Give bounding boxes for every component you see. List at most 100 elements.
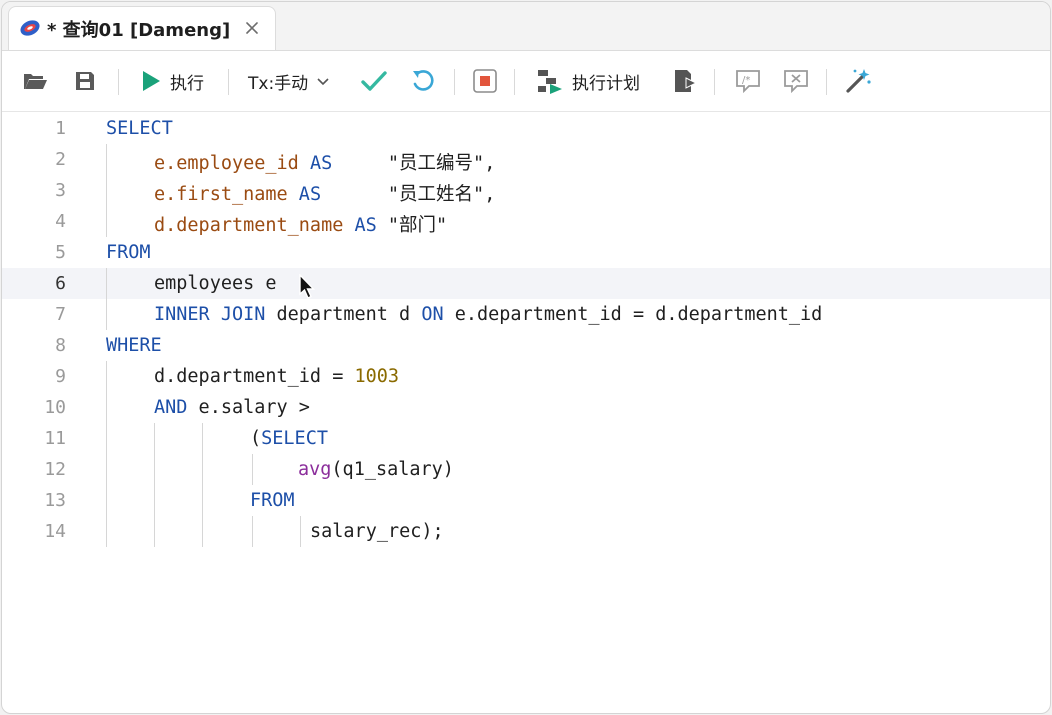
toolbar-separator [228,69,229,95]
comment-icon: /* [736,70,760,94]
indent-guide [106,268,107,330]
code-token: "员工编号", [332,153,496,174]
line-number: 2 [55,149,66,170]
code-token: salary_rec); [310,521,444,542]
code-line[interactable]: 10 AND e.salary > [2,392,1050,423]
code-text: INNER JOIN department d ON e.department_… [154,304,822,325]
indent-guide [252,454,253,485]
checkmark-icon [361,71,387,91]
line-number: 13 [44,490,66,511]
code-token: "员工姓名", [321,184,496,205]
execution-plan-button[interactable]: 执行计划 [536,67,640,95]
code-text: avg(q1_salary) [298,459,454,480]
comment-button[interactable]: /* [734,67,762,95]
code-line[interactable]: 8 WHERE [2,330,1050,361]
play-icon [143,71,160,91]
line-number: 7 [55,304,66,325]
code-line[interactable]: 6 employees e [2,268,1050,299]
code-text: e.employee_id AS "员工编号", [154,149,495,175]
code-token: ON [421,304,444,325]
line-number: 5 [55,242,66,263]
code-line[interactable]: 1 SELECT [2,113,1050,144]
line-number: 10 [44,397,66,418]
indent-guide [154,423,155,547]
run-button[interactable]: 执行 [140,67,204,95]
transaction-mode-dropdown[interactable]: Tx:手动 [248,67,332,95]
close-icon[interactable] [243,19,261,37]
execution-plan-icon [538,70,562,94]
code-text: d.department_name AS "部门" [154,211,447,237]
code-token: avg [298,459,332,480]
tx-mode-label: Tx:手动 [248,73,309,94]
code-text: SELECT [106,118,173,139]
export-button[interactable] [672,67,698,95]
code-line[interactable]: 7 INNER JOIN department d ON e.department… [2,299,1050,330]
sql-editor[interactable]: 1 SELECT 2 e.employee_id AS "员工编号", 3 e.first… [2,112,1050,713]
code-token: 1003 [354,366,400,387]
uncomment-button[interactable] [782,67,810,95]
tab-title: * 查询01 [Dameng] [47,20,231,41]
indent-guide [300,516,301,547]
code-line[interactable]: 4 d.department_name AS "部门" [2,206,1050,237]
format-sql-button[interactable] [844,67,872,95]
toolbar-separator [514,69,515,95]
line-number: 6 [55,273,66,294]
line-number: 8 [55,335,66,356]
code-token: "部门" [376,215,448,236]
svg-text:/*: /* [742,75,750,86]
chevron-down-icon [317,78,329,86]
open-file-button[interactable] [22,67,48,95]
document-arrow-icon [675,70,698,92]
line-number: 14 [44,521,66,542]
stop-button[interactable] [472,67,498,95]
magic-wand-icon [846,69,871,93]
uncomment-icon [784,70,808,94]
code-line[interactable]: 5 FROM [2,237,1050,268]
code-token: (q1_salary) [331,459,454,480]
indent-guide [106,144,107,237]
code-text: WHERE [106,335,162,356]
indent-guide [252,516,253,547]
code-line[interactable]: 13 FROM [2,485,1050,516]
save-button[interactable] [74,67,96,95]
stop-icon [473,69,497,93]
code-token: SELECT [106,118,173,139]
code-token: d. [154,215,177,236]
code-line[interactable]: 11 (SELECT [2,423,1050,454]
code-token: e. [154,153,177,174]
code-line[interactable]: 12 avg(q1_salary) [2,454,1050,485]
code-token: FROM [250,490,295,511]
toolbar-separator [714,69,715,95]
code-token: ( [250,428,262,449]
code-token: e. [154,184,177,205]
code-token: e.department_id = d.department_id [443,304,823,325]
code-token: AND [154,397,188,418]
line-number: 1 [55,118,66,139]
code-text: d.department_id = 1003 [154,366,399,387]
toolbar-separator [118,69,119,95]
query-tab[interactable]: * 查询01 [Dameng] [8,6,276,50]
rollback-button[interactable] [410,67,436,95]
editor-toolbar: 执行 Tx:手动 执行计划 /* [2,51,1050,112]
code-text: e.first_name AS "员工姓名", [154,180,495,206]
indent-guide [106,361,107,547]
code-token: FROM [106,242,151,263]
code-text: AND e.salary > [154,397,310,418]
database-icon [20,20,40,36]
code-line[interactable]: 2 e.employee_id AS "员工编号", [2,144,1050,175]
code-token: department_name [176,215,344,236]
undo-icon [413,70,434,91]
code-line[interactable]: 14 salary_rec); [2,516,1050,547]
line-number: 3 [55,180,66,201]
sql-editor-window: * 查询01 [Dameng] 执行 Tx:手动 执行计划 /* 1 SELEC… [1,1,1051,714]
code-token: e.salary > [187,397,310,418]
code-token: employee_id [176,153,299,174]
code-line[interactable]: 3 e.first_name AS "员工姓名", [2,175,1050,206]
toolbar-separator [826,69,827,95]
line-number: 11 [44,428,66,449]
commit-button[interactable] [360,67,388,95]
code-text: FROM [250,490,295,511]
code-line[interactable]: 9 d.department_id = 1003 [2,361,1050,392]
line-number: 12 [44,459,66,480]
line-number: 9 [55,366,66,387]
